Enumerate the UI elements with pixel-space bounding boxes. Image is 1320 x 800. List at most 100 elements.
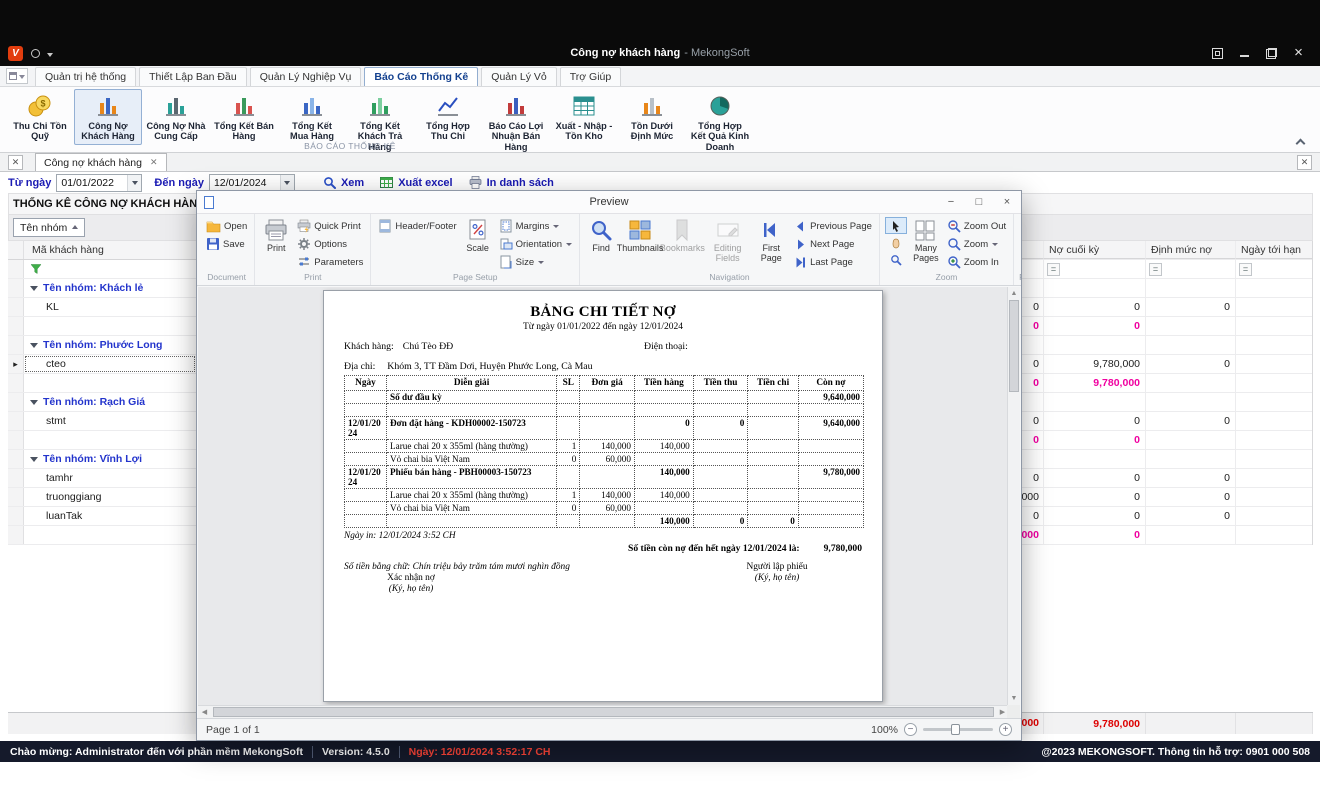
- find-button[interactable]: Find: [585, 217, 617, 253]
- view-button[interactable]: Xem: [323, 176, 364, 189]
- ribbon-collapse-icon[interactable]: [1296, 138, 1304, 146]
- quick-access-icon[interactable]: [31, 49, 40, 58]
- grid-row-data[interactable]: tamhr: [8, 469, 196, 488]
- window-menu-button[interactable]: [6, 68, 28, 84]
- grid-row-data[interactable]: truonggiang: [8, 488, 196, 507]
- grid-row-data[interactable]: luanTak: [8, 507, 196, 526]
- zoom-slider[interactable]: [923, 728, 993, 731]
- scroll-down-icon[interactable]: ▼: [1008, 692, 1020, 705]
- bars-chart-icon: [299, 93, 325, 119]
- pointer-tool-button[interactable]: [885, 217, 907, 234]
- auto-filter-cell[interactable]: [24, 260, 196, 278]
- magnifier-tool-button[interactable]: [885, 251, 907, 268]
- document-tab[interactable]: Công nợ khách hàng ✕: [35, 153, 167, 171]
- page-color-button[interactable]: [1019, 217, 1021, 235]
- scale-button[interactable]: Scale: [462, 217, 494, 253]
- zoom-out-button[interactable]: Zoom Out: [945, 217, 1008, 235]
- bookmarks-button[interactable]: Bookmarks: [663, 217, 702, 253]
- from-date-input[interactable]: 01/01/2022: [56, 174, 142, 192]
- chevron-down-icon[interactable]: [127, 175, 141, 191]
- filter-equals-icon[interactable]: [1239, 263, 1252, 276]
- column-header-customer-code[interactable]: Mã khách hàng: [24, 241, 196, 259]
- grid-row-group[interactable]: Tên nhóm: Rạch Giá: [8, 393, 196, 412]
- options-button[interactable]: Options: [295, 235, 365, 253]
- ribbon-tab-1[interactable]: Thiết Lập Ban Đầu: [139, 67, 247, 86]
- scrollbar-thumb[interactable]: [213, 707, 994, 717]
- open-button[interactable]: Open: [204, 217, 249, 235]
- close-tab-button[interactable]: ✕: [1297, 155, 1312, 170]
- ribbon-tab-0[interactable]: Quản trị hệ thống: [35, 67, 136, 86]
- preview-close-button[interactable]: ×: [993, 191, 1021, 213]
- header-footer-button[interactable]: Header/Footer: [376, 217, 458, 235]
- export-excel-button[interactable]: Xuất excel: [380, 176, 452, 189]
- zoom-out-icon[interactable]: −: [904, 723, 917, 736]
- group-chip[interactable]: Tên nhóm: [13, 218, 85, 237]
- size-button[interactable]: Size: [497, 253, 574, 271]
- ribbon-item-8[interactable]: Xuất - Nhập - Tồn Kho: [550, 89, 618, 145]
- column-header-ending-debt[interactable]: Nợ cuối kỳ: [1044, 241, 1146, 259]
- parameters-button[interactable]: Parameters: [295, 253, 365, 271]
- chevron-down-icon[interactable]: [280, 175, 294, 191]
- orientation-button[interactable]: Orientation: [497, 235, 574, 253]
- first-page-button[interactable]: First Page: [753, 217, 789, 264]
- zoom-slider-thumb[interactable]: [951, 724, 960, 735]
- ribbon-item-0[interactable]: $Thu Chi Tồn Quỹ: [6, 89, 74, 145]
- scrollbar-thumb[interactable]: [1009, 300, 1019, 392]
- preview-minimize-button[interactable]: −: [937, 191, 965, 213]
- margins-button[interactable]: Margins: [497, 217, 574, 235]
- ribbon-tab-5[interactable]: Trợ Giúp: [560, 67, 622, 86]
- ribbon-tab-2[interactable]: Quản Lý Nghiệp Vụ: [250, 67, 362, 86]
- print-list-button[interactable]: In danh sách: [469, 176, 554, 189]
- zoom-button[interactable]: Zoom: [945, 235, 1008, 253]
- grid-row-data[interactable]: KL: [8, 298, 196, 317]
- grid-row-group[interactable]: Tên nhóm: Vĩnh Lợi: [8, 450, 196, 469]
- zoom-in-button[interactable]: Zoom In: [945, 253, 1008, 271]
- many-pages-button[interactable]: Many Pages: [910, 217, 942, 264]
- column-header-debt-limit[interactable]: Định mức nợ: [1146, 241, 1236, 259]
- ribbon-item-2[interactable]: Công Nợ Nhà Cung Cấp: [142, 89, 210, 145]
- ribbon-item-3[interactable]: Tổng Kết Bán Hàng: [210, 89, 278, 145]
- grid-row-group[interactable]: Tên nhóm: Khách lẻ: [8, 279, 196, 298]
- ribbon-tab-4[interactable]: Quản Lý Vỏ: [481, 67, 556, 86]
- group-row-label: Tên nhóm: Phước Long: [24, 336, 196, 354]
- restore-button[interactable]: [1266, 48, 1277, 59]
- ribbon-tab-3[interactable]: Báo Cáo Thống Kê: [364, 67, 478, 86]
- preview-doc-icon: [204, 196, 214, 209]
- hand-tool-button[interactable]: [885, 234, 907, 251]
- fit-screen-button[interactable]: [1212, 48, 1223, 59]
- preview-vertical-scrollbar[interactable]: ▲ ▼: [1007, 287, 1020, 705]
- preview-maximize-button[interactable]: □: [965, 191, 993, 213]
- last-page-button[interactable]: Last Page: [792, 253, 874, 271]
- filter-equals-icon[interactable]: [1047, 263, 1060, 276]
- scroll-up-icon[interactable]: ▲: [1008, 287, 1020, 300]
- editing-fields-button[interactable]: Editing Fields: [705, 217, 751, 264]
- column-header-due-date[interactable]: Ngày tới hạn: [1236, 241, 1312, 259]
- close-all-tabs-button[interactable]: ✕: [8, 155, 23, 170]
- next-page-button[interactable]: Next Page: [792, 235, 874, 253]
- preview-titlebar[interactable]: Preview − □ ×: [197, 191, 1021, 214]
- ribbon-item-1[interactable]: Công Nợ Khách Hàng: [74, 89, 142, 145]
- watermark-button[interactable]: [1019, 235, 1021, 253]
- toolbar-customize-icon[interactable]: [47, 53, 53, 60]
- grid-row-data[interactable]: stmt: [8, 412, 196, 431]
- grid-row-data[interactable]: ▸cteo: [8, 355, 196, 374]
- minimize-button[interactable]: [1239, 48, 1250, 59]
- zoom-in-icon[interactable]: +: [999, 723, 1012, 736]
- save-button[interactable]: Save: [204, 235, 249, 253]
- scroll-left-icon[interactable]: ◀: [198, 708, 211, 716]
- to-date-input[interactable]: 12/01/2024: [209, 174, 295, 192]
- close-button[interactable]: ×: [1293, 48, 1304, 59]
- tab-close-icon[interactable]: ✕: [150, 157, 158, 168]
- preview-canvas[interactable]: BẢNG CHI TIẾT NỢ Từ ngày 01/01/2022 đến …: [198, 287, 1009, 705]
- preview-horizontal-scrollbar[interactable]: ◀ ▶: [198, 705, 1009, 718]
- report-page: BẢNG CHI TIẾT NỢ Từ ngày 01/01/2022 đến …: [323, 290, 883, 702]
- quick-print-button[interactable]: Quick Print: [295, 217, 365, 235]
- print-button[interactable]: Print: [260, 217, 292, 253]
- ribbon-item-9[interactable]: Tồn Dưới Định Mức: [618, 89, 686, 145]
- thumbnails-button[interactable]: Thumbnails: [620, 217, 660, 253]
- previous-page-button[interactable]: Previous Page: [792, 217, 874, 235]
- ribbon-item-6[interactable]: Tổng Hợp Thu Chi: [414, 89, 482, 145]
- ribbon-item-4[interactable]: Tổng Kết Mua Hàng: [278, 89, 346, 145]
- grid-row-group[interactable]: Tên nhóm: Phước Long: [8, 336, 196, 355]
- filter-equals-icon[interactable]: [1149, 263, 1162, 276]
